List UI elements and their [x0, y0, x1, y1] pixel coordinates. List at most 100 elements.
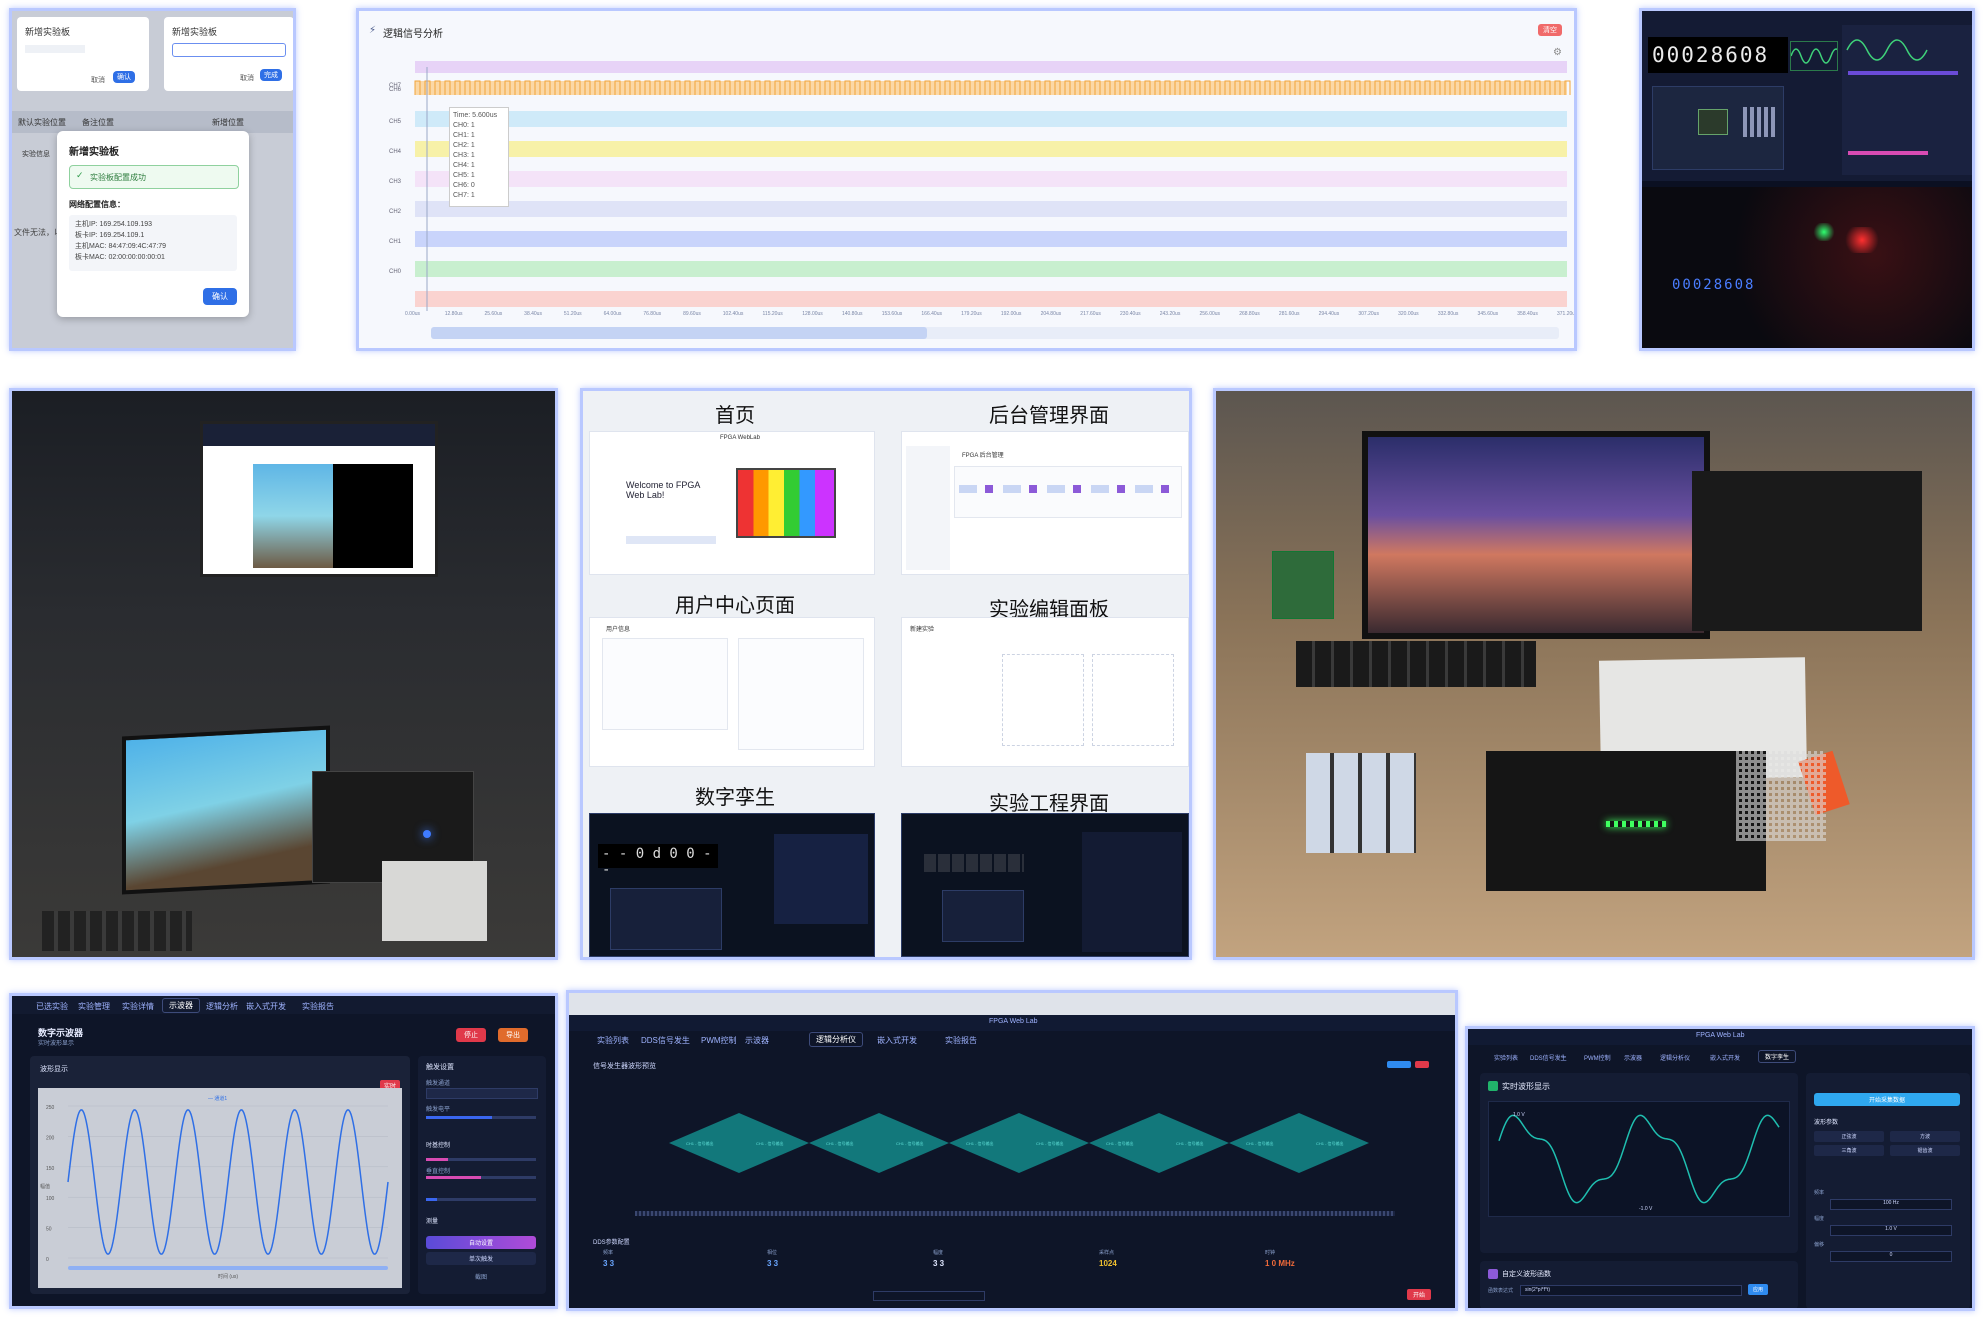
time-tick-label: 204.80us [1041, 311, 1062, 317]
osc-auto-button[interactable]: 自动设置 [426, 1236, 536, 1249]
osc-snapshot-button[interactable]: 截图 [426, 1270, 536, 1283]
siggen-badge-red [1415, 1061, 1429, 1068]
edit-upload-1 [1002, 654, 1084, 746]
siggen-tab[interactable]: 示波器 [739, 1034, 775, 1047]
monitor-frame [200, 421, 438, 577]
siggen-tab[interactable]: 嵌入式开发 [871, 1034, 923, 1047]
time-tick-label: 256.00us [1199, 311, 1220, 317]
panel-realtime-waveform: FPGA Web Lab 实验列表 DDS信号发生 PWM控制 示波器 逻辑分析… [1465, 1026, 1975, 1311]
panel-logic-analyzer: ⚡ 逻辑信号分析 清空 ⚙ CH7 CH6 CH5 CH4 CH3 CH2 CH1 CH0 0.… [356, 8, 1577, 351]
rt-start-button[interactable]: 开始采集数据 [1814, 1093, 1960, 1106]
admin-title: FPGA 后台管理 [962, 453, 1004, 459]
rt-tab[interactable]: PWM控制 [1578, 1052, 1617, 1063]
siggen-tab[interactable]: DDS信号发生 [635, 1034, 696, 1047]
bg-finish-button[interactable]: 完成 [260, 69, 282, 81]
osc-stop-button[interactable]: 停止 [456, 1028, 486, 1042]
time-tick-label: 153.60us [882, 311, 903, 317]
rt-tab[interactable]: 实验列表 [1488, 1052, 1524, 1063]
chip-shape [1698, 109, 1728, 135]
label-home: 首页 [715, 403, 755, 427]
bg-dialog-right-field[interactable] [172, 43, 286, 57]
home-cta[interactable] [626, 536, 716, 544]
osc-single-button[interactable]: 单次触发 [426, 1252, 536, 1265]
param-value: 3 3 [933, 1259, 945, 1268]
siggen-tab[interactable]: 实验报告 [939, 1034, 983, 1047]
siggen-timeline[interactable] [635, 1211, 1395, 1216]
rt-tab[interactable]: 嵌入式开发 [1704, 1052, 1746, 1063]
rt-param-input[interactable]: 0 [1830, 1251, 1952, 1262]
osc-slider-2[interactable] [426, 1158, 536, 1161]
twin-progress-2 [1848, 151, 1928, 155]
siggen-tab-bar: 实验列表 DDS信号发生 PWM控制 示波器 逻辑分析仪 嵌入式开发 实验报告 [569, 1031, 1455, 1047]
siggen-header: FPGA Web Lab [569, 1015, 1455, 1031]
siggen-app-title: FPGA Web Lab [989, 1018, 1038, 1025]
time-tick-label: 230.40us [1120, 311, 1141, 317]
osc-setting-label: 测量 [426, 1219, 439, 1225]
siggen-input[interactable] [873, 1291, 985, 1301]
main-fpga-board [1486, 751, 1766, 891]
osc-tab[interactable]: 已选实验 [30, 1000, 74, 1013]
bg-dialog-left-field [25, 45, 85, 53]
rt-wave-type-button[interactable]: 三角波 [1814, 1145, 1884, 1156]
rt-param-input[interactable]: 100 Hz [1830, 1199, 1952, 1210]
dds-segment-label: CH1 - 信号输出 [1316, 1140, 1344, 1146]
bg-tab-3[interactable]: 新增位置 [212, 117, 244, 128]
green-led-row [1606, 821, 1666, 827]
bg-confirm-button[interactable]: 确认 [113, 71, 135, 83]
timeline-scrollbar[interactable] [431, 327, 1559, 339]
osc-export-button[interactable]: 导出 [498, 1028, 528, 1042]
bg-cancel-button-2[interactable]: 取消 [240, 73, 254, 83]
siggen-tab[interactable]: PWM控制 [695, 1034, 743, 1047]
rt-wave-type-button[interactable]: 方波 [1890, 1131, 1960, 1142]
admin-table [954, 466, 1182, 518]
monitor-image [253, 464, 333, 568]
tooltip-line: CH4: 1 [453, 162, 475, 169]
rt-apply-button[interactable]: 应用 [1748, 1284, 1769, 1295]
tooltip-line: CH1: 1 [453, 132, 475, 139]
siggen-start-button[interactable]: 开始 [1406, 1289, 1431, 1300]
siggen-tab[interactable]: 实验列表 [591, 1034, 635, 1047]
rt-y-bottom: -1.0 V [1639, 1206, 1653, 1212]
rt-tab[interactable]: 逻辑分析仪 [1654, 1052, 1696, 1063]
rt-wave-type-button[interactable]: 正弦波 [1814, 1131, 1884, 1142]
rt-tab[interactable]: 示波器 [1618, 1052, 1648, 1063]
time-tick-label: 140.80us [842, 311, 863, 317]
osc-tab-active[interactable]: 示波器 [162, 998, 200, 1013]
osc-slider-4[interactable] [426, 1198, 536, 1201]
user-title: 用户信息 [606, 627, 631, 633]
bg-tab-2[interactable]: 备注位置 [82, 117, 114, 128]
osc-select[interactable] [426, 1088, 538, 1099]
osc-setting-label: 垂直控制 [426, 1169, 451, 1175]
siggen-tab-active[interactable]: 逻辑分析仪 [809, 1032, 863, 1047]
channel-lane [415, 171, 1567, 187]
osc-tab[interactable]: 逻辑分析 [200, 1000, 244, 1013]
project-thumbnail [901, 813, 1189, 957]
rt-wave-type-button[interactable]: 锯齿波 [1890, 1145, 1960, 1156]
rt-tab-active[interactable]: 数字孪生 [1758, 1050, 1797, 1063]
osc-slider-1[interactable] [426, 1116, 536, 1119]
osc-setting-label: 时基控制 [426, 1143, 451, 1149]
rt-func-input[interactable]: sin(2*pi*f*t) [1520, 1285, 1742, 1296]
y-tick-label: 100 [46, 1196, 55, 1202]
rt-tab[interactable]: DDS信号发生 [1524, 1052, 1573, 1063]
twin-mini-board [610, 888, 722, 950]
osc-range-slider [68, 1266, 388, 1270]
osc-tab[interactable]: 嵌入式开发 [240, 1000, 292, 1013]
osc-tab[interactable]: 实验报告 [296, 1000, 340, 1013]
bg-cancel-button[interactable]: 取消 [91, 75, 105, 85]
bg-tab-1[interactable]: 默认实验位置 [18, 117, 66, 128]
tooltip-line: Time: 5.600us [453, 112, 498, 119]
osc-tab[interactable]: 实验详情 [116, 1000, 160, 1013]
rt-param-input[interactable]: 1.0 V [1830, 1225, 1952, 1236]
info-line: 主机IP: 169.254.109.193 [75, 221, 153, 228]
ch7-band [415, 61, 1567, 73]
osc-tab[interactable]: 实验管理 [72, 1000, 116, 1013]
twin-screen: 00028608 [1642, 11, 1972, 181]
scrollbar-thumb[interactable] [431, 327, 927, 339]
lcd-screen [122, 725, 330, 895]
param-value: 1 0 MHz [1265, 1259, 1295, 1268]
osc-slider-3[interactable] [426, 1176, 536, 1179]
time-tick-label: 102.40us [723, 311, 744, 317]
confirm-button[interactable]: 确认 [203, 288, 237, 305]
home-app-name: FPGA WebLab [720, 435, 760, 441]
